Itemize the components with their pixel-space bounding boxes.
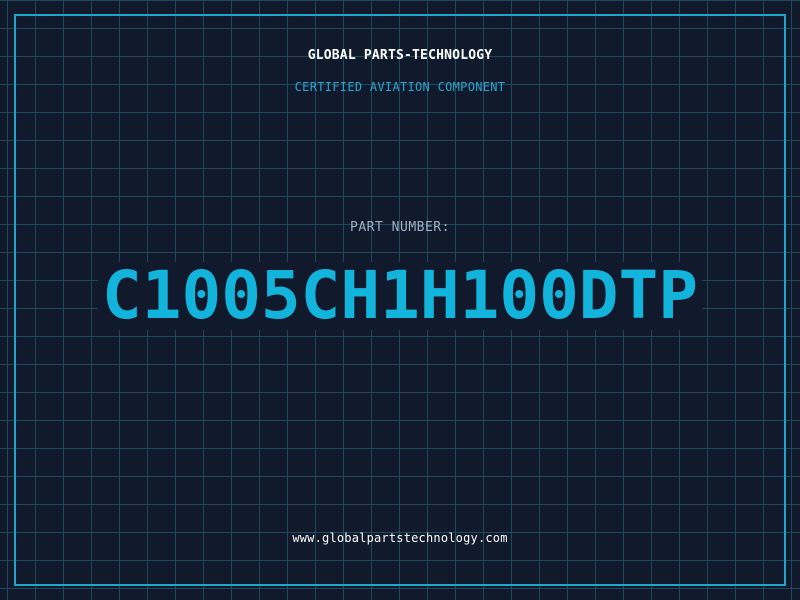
website-url: www.globalpartstechnology.com <box>292 531 508 545</box>
part-number-label: PART NUMBER: <box>350 220 450 235</box>
part-number-container: C1005CH1H100DTP <box>0 262 800 330</box>
part-number-value: C1005CH1H100DTP <box>97 262 703 330</box>
brand-title: GLOBAL PARTS-TECHNOLOGY <box>307 48 493 63</box>
certification-subtitle: CERTIFIED AVIATION COMPONENT <box>294 80 506 94</box>
